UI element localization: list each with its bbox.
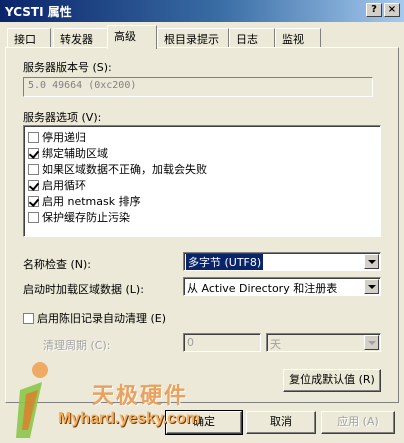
chevron-down-icon[interactable] [364, 335, 379, 350]
option-checkbox[interactable] [28, 148, 39, 159]
help-button[interactable]: ? [366, 3, 382, 17]
option-checkbox[interactable] [28, 180, 39, 191]
name-check-select[interactable]: 多字节 (UTF8) [183, 252, 381, 271]
cancel-button[interactable]: 取消 [246, 411, 316, 434]
tab-interfaces[interactable]: 接口 [7, 28, 51, 48]
option-fail-on-bad-zone[interactable]: 如果区域数据不正确，加载会失败 [28, 161, 207, 176]
period-unit: 天 [270, 338, 281, 351]
options-label: 服务器选项 (V): [23, 111, 102, 124]
scavenging-checkbox-row[interactable]: 启用陈旧记录自动清理 (E) [23, 310, 166, 326]
name-check-label: 名称检查 (N): [23, 258, 92, 271]
period-value: 0 [187, 336, 194, 349]
period-value-field[interactable]: 0 [183, 333, 261, 352]
close-button[interactable]: × [384, 3, 400, 17]
period-unit-select[interactable]: 天 [266, 333, 381, 352]
option-disable-recursion[interactable]: 停用递归 [28, 129, 86, 144]
version-label: 服务器版本号 (S): [23, 61, 112, 74]
option-checkbox[interactable] [28, 132, 39, 143]
name-check-value: 多字节 (UTF8) [186, 254, 264, 270]
load-zone-value: 从 Active Directory 和注册表 [187, 282, 338, 295]
chevron-down-icon[interactable] [364, 279, 379, 294]
option-round-robin[interactable]: 启用循环 [28, 177, 86, 192]
window-title: YCSTI 属性 [5, 5, 72, 19]
option-checkbox[interactable] [28, 196, 39, 207]
server-options-list[interactable]: 停用递归 绑定辅助区域 如果区域数据不正确，加载会失败 启用循环 启用 netm… [23, 125, 381, 237]
scavenging-checkbox[interactable] [23, 313, 34, 324]
tab-advanced[interactable]: 高级 [107, 25, 157, 49]
option-checkbox[interactable] [28, 164, 39, 175]
tab-logging[interactable]: 日志 [229, 28, 275, 48]
load-zone-select[interactable]: 从 Active Directory 和注册表 [183, 277, 381, 296]
tab-root-hints[interactable]: 根目录提示 [157, 28, 229, 48]
option-checkbox[interactable] [28, 212, 39, 223]
watermark-logo-icon [16, 362, 48, 438]
watermark-text-cn: 天极硬件 [92, 384, 189, 409]
tab-monitoring[interactable]: 监视 [275, 28, 321, 48]
load-zone-label: 启动时加载区域数据 (L): [23, 283, 144, 296]
tab-forwarders[interactable]: 转发器 [53, 28, 109, 48]
option-secure-cache[interactable]: 保护缓存防止污染 [28, 209, 130, 224]
reset-defaults-button[interactable]: 复位成默认值 (R) [283, 369, 381, 392]
option-bind-secondaries[interactable]: 绑定辅助区域 [28, 145, 108, 160]
apply-button[interactable]: 应用 (A) [321, 411, 395, 434]
watermark-text-en: Myhard.yesky.com [58, 410, 200, 427]
title-bar[interactable]: YCSTI 属性 ? × [0, 0, 404, 22]
scavenging-label: 启用陈旧记录自动清理 (E) [37, 312, 167, 325]
option-netmask-ordering[interactable]: 启用 netmask 排序 [28, 193, 141, 208]
period-label: 清理周期 (C): [43, 339, 111, 352]
version-field: 5.0 49664 (0xc200) [23, 77, 373, 97]
chevron-down-icon[interactable] [364, 254, 379, 269]
